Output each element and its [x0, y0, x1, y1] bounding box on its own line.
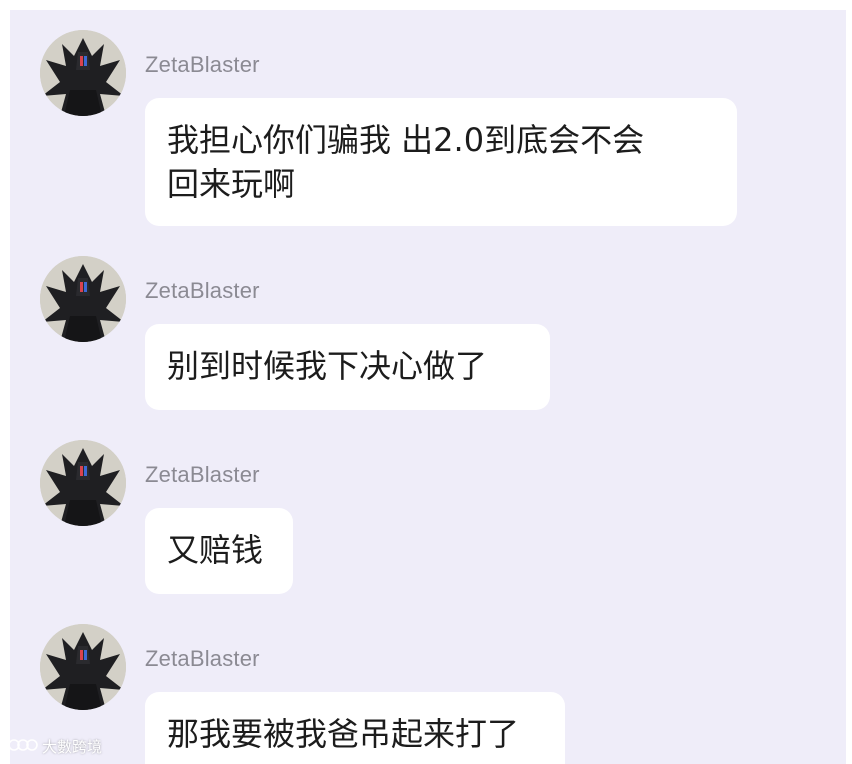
username: ZetaBlaster	[145, 52, 260, 77]
avatar-image	[40, 256, 126, 342]
message-bubble: 我担心你们骗我 出2.0到底会不会 回来玩啊	[145, 98, 737, 226]
avatar[interactable]	[40, 440, 126, 526]
message-bubble: 那我要被我爸吊起来打了	[145, 692, 565, 764]
avatar[interactable]	[40, 30, 126, 116]
watermark-text: 大數跨境	[42, 738, 103, 756]
username: ZetaBlaster	[145, 462, 260, 487]
avatar[interactable]	[40, 624, 126, 710]
avatar-image	[40, 624, 126, 710]
watermark: 大數跨境	[8, 736, 102, 757]
avatar[interactable]	[40, 256, 126, 342]
username: ZetaBlaster	[145, 646, 260, 671]
logo-icon	[8, 737, 38, 757]
message-bubble: 又赔钱	[145, 508, 293, 594]
avatar-image	[40, 440, 126, 526]
username: ZetaBlaster	[145, 278, 260, 303]
avatar-image	[40, 30, 126, 116]
chat-area: ZetaBlaster 我担心你们骗我 出2.0到底会不会 回来玩啊 ZetaB…	[10, 10, 846, 764]
message-bubble: 别到时候我下决心做了	[145, 324, 550, 410]
